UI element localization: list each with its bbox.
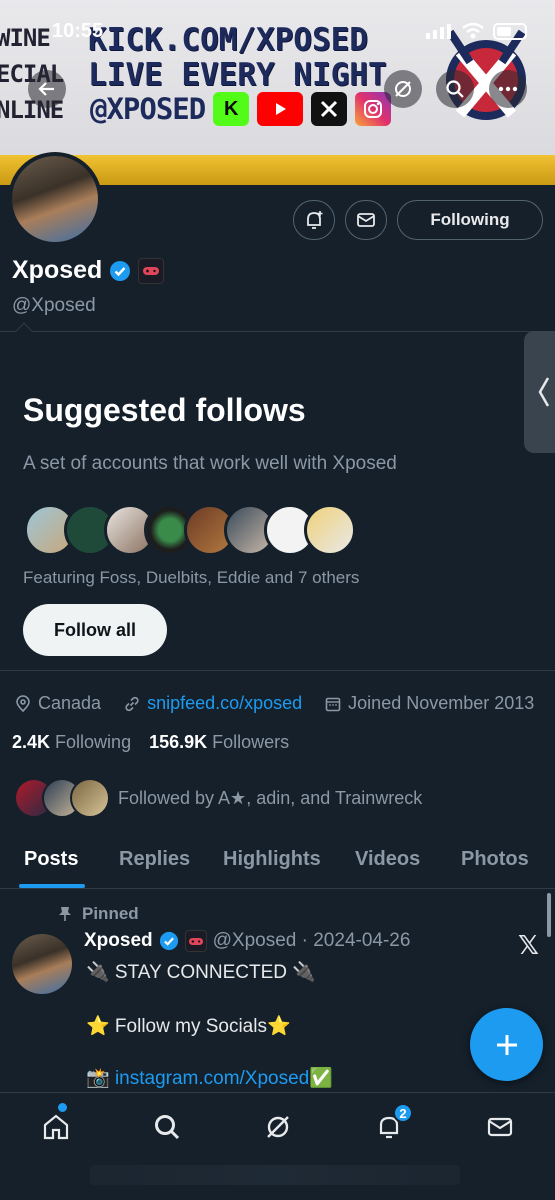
calendar-icon [325, 697, 341, 711]
suggested-title: Suggested follows [23, 392, 306, 428]
post-author-avatar[interactable] [12, 934, 72, 994]
kick-icon: K [213, 92, 250, 126]
verified-badge-icon[interactable] [109, 260, 131, 282]
pin-icon [59, 907, 71, 921]
notify-bell-button[interactable] [293, 200, 335, 240]
tab-posts[interactable]: Posts [24, 848, 78, 871]
card-caret [15, 322, 33, 340]
home-icon [43, 1114, 69, 1140]
followed-by-row[interactable]: Followed by A★, adin, and Trainwreck [14, 778, 422, 818]
profile-avatar[interactable] [8, 152, 102, 246]
nav-notifications[interactable]: 2 [369, 1103, 413, 1147]
suggested-avatar[interactable] [304, 504, 356, 556]
follow-stats: 2.4K Following 156.9K Followers [12, 732, 289, 753]
suggested-featuring: Featuring Foss, Duelbits, Eddie and 7 ot… [23, 568, 360, 587]
status-time: 10:55 [52, 20, 104, 42]
followers-stat[interactable]: 156.9K Followers [149, 732, 289, 753]
more-button[interactable] [489, 70, 527, 108]
profile-tabs: Posts Replies Highlights Videos Photos [0, 838, 555, 889]
grok-icon [395, 81, 411, 97]
search-icon [155, 1115, 180, 1140]
message-button[interactable] [345, 200, 387, 240]
check-emoji: ✅ [309, 1068, 333, 1089]
followers-count: 156.9K [149, 732, 208, 752]
suggested-follows-card: Suggested follows A set of accounts that… [0, 322, 555, 671]
envelope-icon [487, 1117, 513, 1137]
profile-handle: @Xposed [12, 295, 96, 316]
envelope-icon [357, 213, 375, 227]
arrow-left-icon [38, 82, 54, 96]
x-logo-icon [311, 92, 348, 126]
tab-replies[interactable]: Replies [119, 848, 190, 871]
tab-photos[interactable]: Photos [461, 848, 529, 871]
back-button[interactable] [28, 70, 66, 108]
youtube-icon [257, 92, 304, 126]
scrollbar[interactable] [547, 893, 551, 937]
home-unread-dot [58, 1103, 67, 1112]
profile-joined: Joined November 2013 [348, 693, 535, 713]
post-handle-date: @Xposed · 2024-04-26 [212, 930, 411, 951]
side-panel-handle[interactable] [524, 331, 555, 453]
follower-avatar [70, 778, 110, 818]
link-icon [125, 696, 139, 711]
banner-live-text: LIVE EVERY NIGHT [88, 57, 387, 93]
post-line-1: 🔌 STAY CONNECTED 🔌 [86, 962, 316, 983]
nav-search[interactable] [147, 1107, 187, 1147]
following-button[interactable]: Following [397, 200, 543, 240]
suggested-avatars[interactable] [24, 504, 356, 556]
nav-home[interactable] [36, 1107, 76, 1147]
following-label: Following [55, 732, 132, 752]
banner-url-text: KICK.COM/XPOSED [88, 22, 368, 58]
banner-handle-row: @XPOSED K [90, 92, 392, 126]
follow-all-button[interactable]: Follow all [23, 604, 167, 656]
active-tab-indicator [19, 884, 85, 888]
camera-emoji: 📸 [86, 1068, 115, 1089]
profile-name-row: Xposed [12, 256, 165, 285]
bell-plus-icon [307, 211, 323, 229]
profile-name: Xposed [12, 256, 103, 284]
nav-messages[interactable] [480, 1107, 520, 1147]
location-pin-icon [16, 694, 30, 712]
following-count: 2.4K [12, 732, 51, 752]
search-button[interactable] [436, 70, 474, 108]
home-indicator [90, 1165, 460, 1185]
post-author-name[interactable]: Xposed [84, 930, 153, 952]
pinned-label-row: Pinned [58, 904, 139, 924]
gamepad-badge-icon [184, 930, 207, 952]
verified-badge-icon [159, 931, 178, 951]
tab-videos[interactable]: Videos [355, 848, 420, 871]
following-stat[interactable]: 2.4K Following [12, 732, 131, 753]
post-line-3: 📸 instagram.com/Xposed✅ [86, 1066, 333, 1090]
profile-website-link[interactable]: snipfeed.co/xposed [147, 693, 302, 714]
post-line-2: ⭐ Follow my Socials⭐ [86, 1016, 291, 1037]
battery-icon [493, 22, 527, 40]
more-dots-icon [498, 86, 518, 92]
profile-location: Canada [38, 693, 102, 713]
search-icon [446, 80, 464, 98]
tab-highlights[interactable]: Highlights [223, 848, 321, 871]
grok-button[interactable] [384, 70, 422, 108]
followed-by-text: Followed by A★, adin, and Trainwreck [118, 787, 423, 808]
notifications-badge: 2 [393, 1103, 413, 1123]
profile-meta-row: Canada snipfeed.co/xposed Joined Novembe… [14, 693, 534, 714]
chevron-left-icon [538, 377, 550, 407]
plus-icon [496, 1034, 517, 1055]
followers-label: Followers [212, 732, 290, 752]
gamepad-badge-icon[interactable] [138, 257, 165, 284]
signal-icon [426, 24, 451, 39]
suggested-subtitle: A set of accounts that work well with Xp… [23, 453, 397, 474]
banner-handle-text: @XPOSED [90, 92, 206, 126]
grok-icon [267, 1116, 289, 1138]
pinned-label: Pinned [82, 904, 139, 923]
nav-grok[interactable] [258, 1107, 298, 1147]
profile-banner[interactable]: WINE ECIAL NLINE KICK.COM/XPOSED LIVE EV… [0, 0, 555, 185]
status-icons [425, 22, 527, 40]
wifi-icon [462, 22, 484, 39]
instagram-link[interactable]: instagram.com/Xposed [115, 1068, 309, 1089]
x-logo-icon: 𝕏 [518, 930, 539, 960]
compose-post-button[interactable] [470, 1008, 543, 1081]
post-header: Xposed @Xposed · 2024-04-26 [84, 930, 410, 952]
